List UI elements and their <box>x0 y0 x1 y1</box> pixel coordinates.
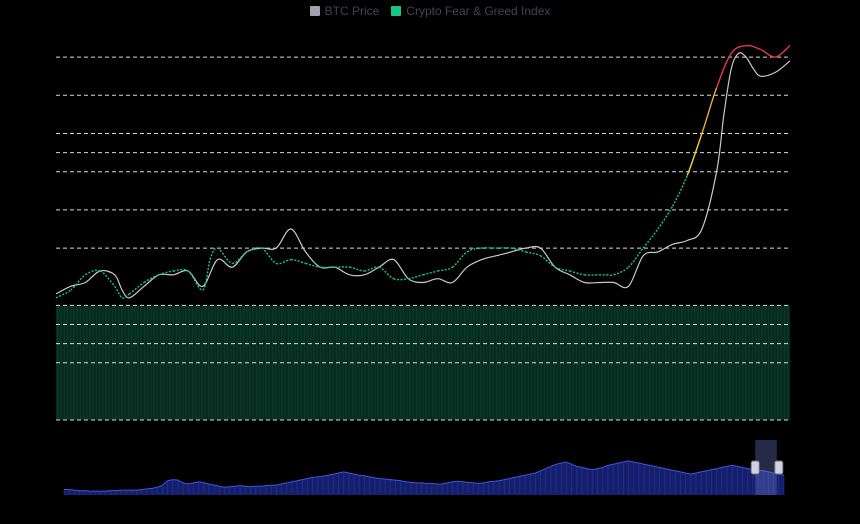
fear-greed-segment <box>55 289 72 299</box>
fear-greed-segment <box>525 251 541 257</box>
fear-greed-segment <box>187 270 204 291</box>
fear-greed-segment <box>606 274 615 277</box>
fear-greed-segment <box>775 45 791 58</box>
navigator-handle-right[interactable] <box>774 460 784 475</box>
navigator <box>63 440 785 495</box>
fear-greed-segment <box>730 44 747 54</box>
fear-greed-segment <box>569 270 585 276</box>
fear-greed-segment <box>760 48 776 58</box>
fear-greed-segment <box>393 278 409 281</box>
fear-greed-segment <box>613 266 629 276</box>
btc-fear-greed-chart <box>55 44 791 495</box>
fear-greed-segment <box>745 44 761 51</box>
fear-greed-segment <box>422 270 438 276</box>
fear-greed-segment <box>217 247 233 265</box>
fear-greed-segment <box>143 274 160 284</box>
navigator-area <box>64 460 784 495</box>
fear-greed-segment <box>378 266 394 280</box>
fear-greed-segment <box>275 258 291 265</box>
navigator-handle-left[interactable] <box>750 460 760 475</box>
fear-greed-segment <box>628 247 644 268</box>
fear-greed-segment <box>290 258 306 265</box>
fear-greed-segment <box>701 87 718 134</box>
fear-greed-segment <box>408 274 424 280</box>
fear-greed-segment <box>349 266 365 272</box>
fear-greed-segment <box>451 251 468 268</box>
fear-greed-segment <box>437 266 453 272</box>
fear-greed-segment <box>261 247 277 265</box>
fear-greed-segment <box>671 175 688 207</box>
fear-greed-segment <box>686 133 703 176</box>
fear-greed-segment <box>642 228 659 249</box>
btc-price-line <box>55 52 791 299</box>
fear-greed-segment <box>209 247 218 260</box>
fear-greed-segment <box>70 274 86 291</box>
fear-greed-segment <box>466 247 482 253</box>
